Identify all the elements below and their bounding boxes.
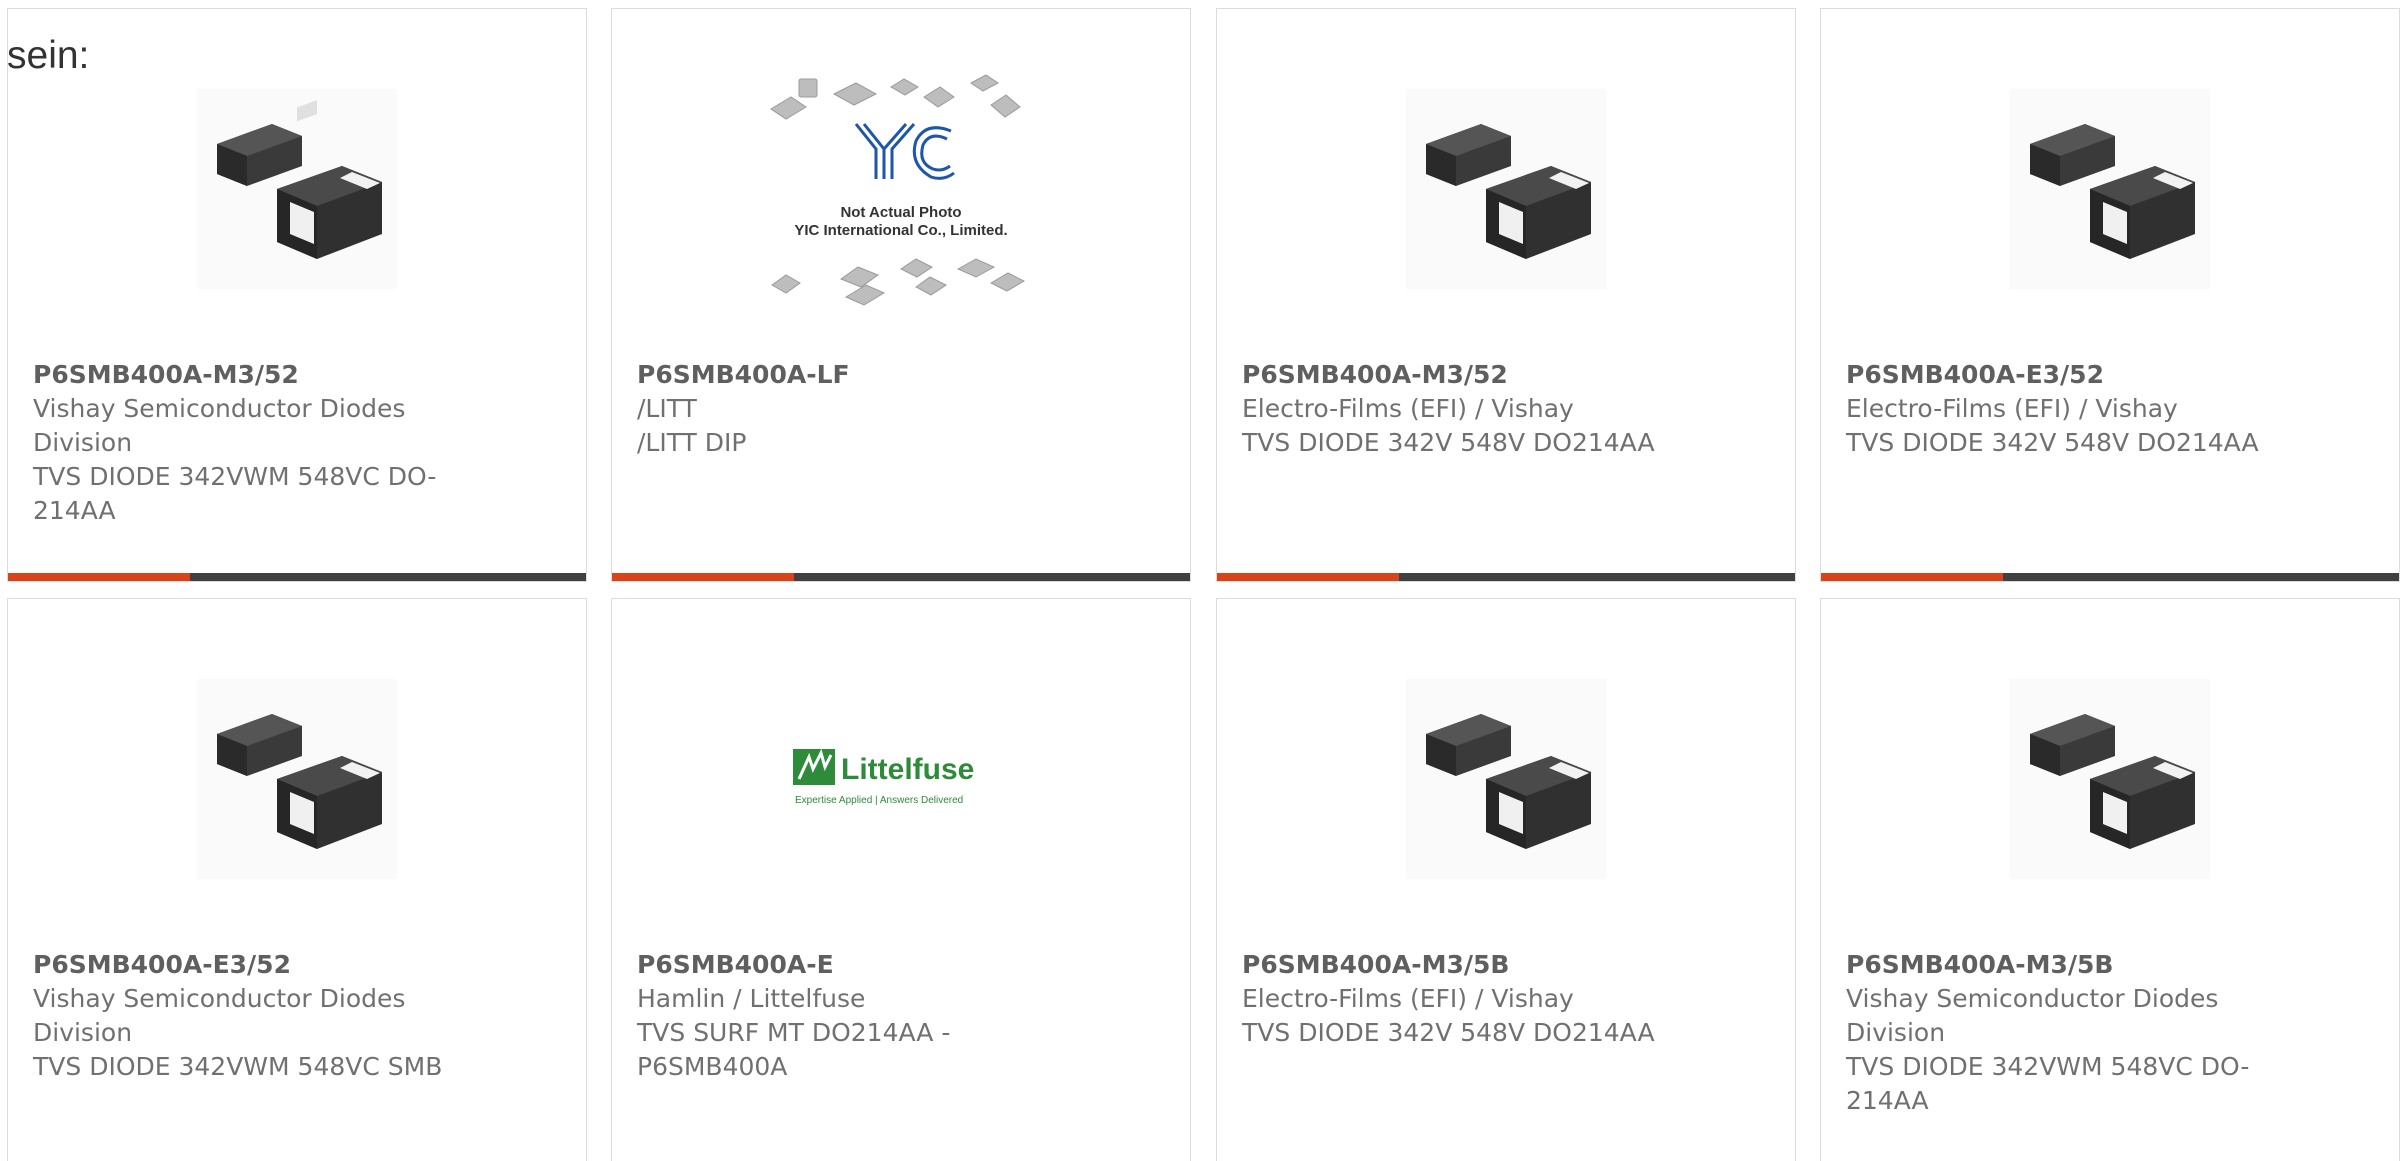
description-line: Division	[1846, 1018, 1946, 1047]
smb-package-icon	[2010, 679, 2210, 879]
description-line: Division	[33, 1018, 133, 1047]
product-info: P6SMB400A-E Hamlin / Littelfuse TVS SURF…	[637, 948, 1067, 1084]
product-info: P6SMB400A-M3/5B Vishay Semiconductor Dio…	[1846, 948, 2276, 1118]
littelfuse-tagline: Expertise Applied | Answers Delivered	[795, 795, 963, 806]
product-card[interactable]: Not Actual Photo YIC International Co., …	[611, 8, 1191, 582]
product-image[interactable]	[1821, 669, 2399, 889]
part-number[interactable]: P6SMB400A-E3/52	[33, 948, 463, 982]
description-line: TVS DIODE 342V 548V DO214AA	[1242, 1018, 1655, 1047]
product-info: P6SMB400A-M3/52 Vishay Semiconductor Dio…	[33, 358, 463, 528]
smb-package-icon	[197, 679, 397, 879]
manufacturer: Electro-Films (EFI) / Vishay	[1242, 394, 1574, 423]
product-card[interactable]: P6SMB400A-M3/5B Vishay Semiconductor Dio…	[1820, 598, 2400, 1161]
manufacturer: /LITT	[637, 394, 697, 423]
product-info: P6SMB400A-M3/5B Electro-Films (EFI) / Vi…	[1242, 948, 1672, 1050]
part-number[interactable]: P6SMB400A-E3/52	[1846, 358, 2276, 392]
product-card[interactable]: P6SMB400A-E3/52 Electro-Films (EFI) / Vi…	[1820, 8, 2400, 582]
product-image[interactable]: Littelfuse Expertise Applied | Answers D…	[612, 669, 1190, 889]
smb-package-icon	[2010, 89, 2210, 289]
description-line: /LITT DIP	[637, 428, 747, 457]
card-accent	[612, 573, 794, 581]
description-line: Division	[33, 428, 133, 457]
product-image[interactable]: Not Actual Photo YIC International Co., …	[612, 74, 1190, 306]
description-line: TVS SURF MT DO214AA -	[637, 1018, 951, 1047]
product-info: P6SMB400A-M3/52 Electro-Films (EFI) / Vi…	[1242, 358, 1672, 460]
manufacturer: Hamlin / Littelfuse	[637, 984, 866, 1013]
part-number[interactable]: P6SMB400A-E	[637, 948, 1067, 982]
part-number[interactable]: P6SMB400A-M3/52	[1242, 358, 1672, 392]
card-bottom-bar	[612, 573, 1190, 581]
card-accent	[1217, 573, 1399, 581]
product-image[interactable]	[8, 79, 586, 299]
product-info: P6SMB400A-LF /LITT /LITT DIP	[637, 358, 1067, 460]
placeholder-company: YIC International Co., Limited.	[794, 222, 1007, 239]
part-number[interactable]: P6SMB400A-M3/52	[33, 358, 463, 392]
description-line: 214AA	[33, 496, 116, 525]
product-card[interactable]: P6SMB400A-M3/52 Electro-Films (EFI) / Vi…	[1216, 8, 1796, 582]
manufacturer: Vishay Semiconductor Diodes	[1846, 984, 2219, 1013]
description-line: TVS DIODE 342V 548V DO214AA	[1846, 428, 2259, 457]
product-info: P6SMB400A-E3/52 Electro-Films (EFI) / Vi…	[1846, 358, 2276, 460]
description-line: TVS DIODE 342V 548V DO214AA	[1242, 428, 1655, 457]
description-line: TVS DIODE 342VWM 548VC SMB	[33, 1052, 443, 1081]
product-card[interactable]: P6SMB400A-M3/52 Vishay Semiconductor Dio…	[7, 8, 587, 582]
part-number[interactable]: P6SMB400A-M3/5B	[1846, 948, 2276, 982]
product-image[interactable]	[8, 669, 586, 889]
product-image[interactable]	[1217, 669, 1795, 889]
product-card[interactable]: Littelfuse Expertise Applied | Answers D…	[611, 598, 1191, 1161]
intro-text: sein:	[7, 34, 90, 77]
not-actual-photo-placeholder: Not Actual Photo YIC International Co., …	[766, 69, 1036, 309]
part-number[interactable]: P6SMB400A-M3/5B	[1242, 948, 1672, 982]
card-bottom-bar	[8, 573, 586, 581]
manufacturer: Electro-Films (EFI) / Vishay	[1242, 984, 1574, 1013]
placeholder-caption: Not Actual Photo	[840, 204, 961, 221]
product-card[interactable]: P6SMB400A-E3/52 Vishay Semiconductor Dio…	[7, 598, 587, 1161]
smb-package-icon	[1406, 679, 1606, 879]
description-line: TVS DIODE 342VWM 548VC DO-	[1846, 1052, 2250, 1081]
product-image[interactable]	[1821, 79, 2399, 299]
smb-package-icon	[1406, 89, 1606, 289]
manufacturer: Vishay Semiconductor Diodes	[33, 394, 406, 423]
product-image[interactable]	[1217, 79, 1795, 299]
card-accent	[8, 573, 190, 581]
description-line: P6SMB400A	[637, 1052, 788, 1081]
description-line: TVS DIODE 342VWM 548VC DO-	[33, 462, 437, 491]
product-info: P6SMB400A-E3/52 Vishay Semiconductor Dio…	[33, 948, 463, 1084]
card-bottom-bar	[1821, 573, 2399, 581]
card-bottom-bar	[1217, 573, 1795, 581]
product-card[interactable]: P6SMB400A-M3/5B Electro-Films (EFI) / Vi…	[1216, 598, 1796, 1161]
manufacturer: Vishay Semiconductor Diodes	[33, 984, 406, 1013]
part-number[interactable]: P6SMB400A-LF	[637, 358, 1067, 392]
littelfuse-wordmark: Littelfuse	[841, 753, 974, 786]
manufacturer: Electro-Films (EFI) / Vishay	[1846, 394, 2178, 423]
smb-package-icon	[197, 89, 397, 289]
littelfuse-logo: Littelfuse Expertise Applied | Answers D…	[791, 739, 1011, 819]
card-accent	[1821, 573, 2003, 581]
description-line: 214AA	[1846, 1086, 1929, 1115]
